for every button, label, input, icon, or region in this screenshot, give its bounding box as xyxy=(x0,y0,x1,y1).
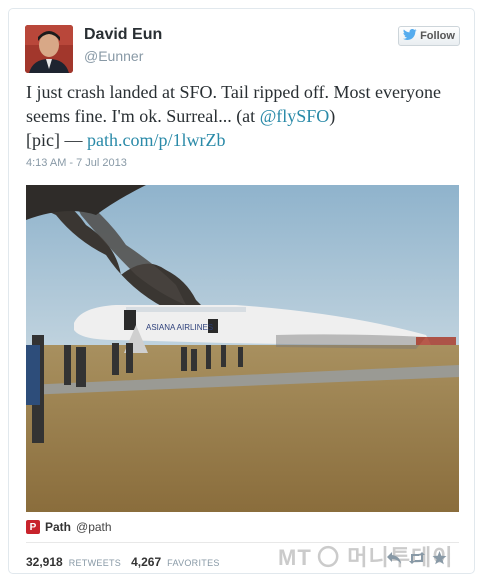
retweet-icon[interactable] xyxy=(408,551,426,569)
favorite-icon[interactable] xyxy=(432,551,447,569)
avatar[interactable] xyxy=(25,25,73,73)
source-name: Path xyxy=(45,520,72,534)
tweet-stats: 32,918 RETWEETS 4,267 FAVORITES xyxy=(26,555,224,569)
photo-source[interactable]: P Path @path xyxy=(26,520,112,534)
mention-link[interactable]: @flySFO xyxy=(260,106,330,126)
author-display-name[interactable]: David Eun xyxy=(84,26,162,44)
tweet-text-part: ) xyxy=(329,106,336,126)
path-logo-icon: P xyxy=(26,520,40,534)
retweets-count[interactable]: 32,918 xyxy=(26,555,63,569)
favorites-count[interactable]: 4,267 xyxy=(131,555,161,569)
favorites-label: FAVORITES xyxy=(167,558,220,568)
tweet-text-part: [pic] — xyxy=(26,130,87,150)
follow-button[interactable]: Follow xyxy=(398,26,460,46)
reply-icon[interactable] xyxy=(386,551,402,569)
plane-livery-text: ASIANA AIRLINES xyxy=(146,323,213,332)
source-handle: @path xyxy=(76,520,112,534)
path-link[interactable]: path.com/p/1lwrZb xyxy=(87,130,225,150)
tweet-timestamp[interactable]: 4:13 AM - 7 Jul 2013 xyxy=(26,157,127,169)
retweets-label: RETWEETS xyxy=(68,558,122,568)
author-handle[interactable]: @Eunner xyxy=(84,48,143,64)
tweet-photo[interactable]: ASIANA AIRLINES xyxy=(26,185,459,512)
tweet-text-part: I just crash landed at SFO. Tail ripped … xyxy=(26,82,441,126)
tweet-text: I just crash landed at SFO. Tail ripped … xyxy=(26,80,456,152)
bird-icon xyxy=(403,29,417,43)
follow-button-label: Follow xyxy=(420,30,455,42)
divider xyxy=(26,542,459,543)
tweet-actions xyxy=(386,551,447,569)
